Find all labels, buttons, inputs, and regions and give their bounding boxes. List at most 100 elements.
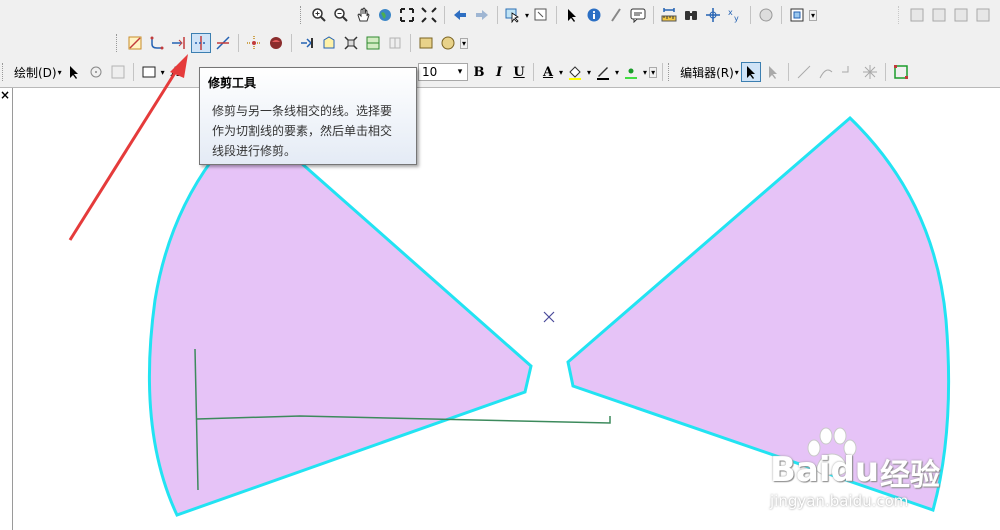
toolbar-options-icon[interactable]: ▾ [649, 66, 658, 78]
clear-selection-icon[interactable] [531, 5, 551, 25]
zoom-in-icon[interactable] [309, 5, 329, 25]
chevron-down-icon[interactable]: ▾ [559, 68, 563, 77]
trace-icon[interactable] [838, 62, 858, 82]
svg-text:x: x [728, 8, 733, 17]
watermark-brand-cn: 经验 [880, 458, 940, 493]
underline-button[interactable]: U [510, 65, 528, 80]
toolbar-options-icon[interactable]: ▾ [460, 37, 469, 49]
editor-menu[interactable]: 编辑器(R) [677, 64, 737, 81]
fixed-zoom-icon[interactable] [419, 5, 439, 25]
bold-button[interactable]: B [470, 65, 488, 80]
rectangle-icon[interactable] [139, 62, 159, 82]
measure-icon[interactable] [659, 5, 679, 25]
chevron-down-icon[interactable]: ▾ [58, 68, 62, 77]
toolbar-options-icon[interactable]: ▾ [809, 9, 818, 21]
align-edge-icon[interactable] [363, 33, 383, 53]
watermark-brand: Baidu [770, 450, 880, 490]
chevron-down-icon[interactable]: ▾ [615, 68, 619, 77]
toolbar-grip[interactable] [116, 34, 121, 52]
fillet-icon[interactable] [147, 33, 167, 53]
layout-icon[interactable] [929, 5, 949, 25]
separator [884, 63, 886, 81]
chevron-down-icon[interactable]: ▾ [735, 68, 739, 77]
rotate-icon[interactable] [86, 62, 106, 82]
layout-icon[interactable] [973, 5, 993, 25]
line-intersection-icon[interactable] [213, 33, 233, 53]
close-icon[interactable]: × [0, 88, 10, 102]
trim-tool-icon[interactable] [191, 33, 211, 53]
back-icon[interactable] [450, 5, 470, 25]
find-icon[interactable] [681, 5, 701, 25]
separator [533, 63, 534, 81]
line-color-icon[interactable] [593, 62, 613, 82]
toolbar-grip[interactable] [300, 6, 305, 24]
explode-icon[interactable] [244, 33, 264, 53]
separator [444, 6, 445, 24]
select-elements-icon[interactable] [562, 5, 582, 25]
edit-tool-icon[interactable] [740, 62, 761, 82]
smooth-icon[interactable] [297, 33, 317, 53]
baidu-watermark: Baidu 经验 jingyan.baidu.com [760, 420, 995, 520]
fill-color-icon[interactable] [565, 62, 585, 82]
left-sector-polygon[interactable] [147, 158, 533, 517]
extend-tool-icon[interactable] [169, 33, 189, 53]
tooltip-line: 修剪与另一条线相交的线。选择要 [212, 104, 393, 118]
marker-color-icon[interactable] [621, 62, 641, 82]
construct-polygons-icon[interactable] [319, 33, 339, 53]
tooltip-line: 线段进行修剪。 [212, 144, 297, 158]
edit-vertices-icon[interactable] [891, 62, 911, 82]
chevron-down-icon[interactable]: ▾ [161, 68, 165, 77]
identify-icon[interactable] [584, 5, 604, 25]
xy-icon[interactable]: xy [725, 5, 745, 25]
draw-menu[interactable]: 绘制(D) [11, 64, 60, 81]
goto-xy-icon[interactable] [703, 5, 723, 25]
separator [132, 63, 134, 81]
select-elements-icon[interactable] [64, 62, 84, 82]
font-size-select[interactable]: 10 ▾ [418, 63, 468, 81]
separator [410, 34, 411, 52]
layout-icon[interactable] [907, 5, 927, 25]
draw-toolbar: 绘制(D) ▾ ▾ A [2, 60, 185, 84]
point-icon[interactable] [860, 62, 880, 82]
text-icon[interactable]: A [167, 65, 185, 80]
italic-button[interactable]: I [490, 65, 508, 80]
toolbar-grip[interactable] [898, 6, 903, 24]
globe-icon[interactable] [375, 5, 395, 25]
select-features-icon[interactable] [503, 5, 523, 25]
time-slider-icon[interactable] [756, 5, 776, 25]
chevron-down-icon[interactable]: ▾ [587, 68, 591, 77]
create-viewer-icon[interactable] [787, 5, 807, 25]
edit-annotation-icon[interactable] [763, 62, 783, 82]
toolbar-grip[interactable] [668, 63, 673, 81]
zoom-out-icon[interactable] [331, 5, 351, 25]
left-dock-panel: × [0, 88, 13, 530]
layer-icon[interactable] [416, 33, 436, 53]
copy-features-icon[interactable] [125, 33, 145, 53]
center-cross-icon [543, 311, 555, 323]
topology-icon[interactable] [438, 33, 458, 53]
zoom-to-selected-icon[interactable] [108, 62, 128, 82]
replace-geometry-icon[interactable] [385, 33, 405, 53]
html-popup-icon[interactable] [628, 5, 648, 25]
end-point-arc-icon[interactable] [816, 62, 836, 82]
trim-tool-tooltip: 修剪工具 修剪与另一条线相交的线。选择要 作为切割线的要素，然后单击相交 线段进… [199, 67, 417, 165]
toolbar-grip[interactable] [2, 63, 7, 81]
split-tool-icon[interactable] [341, 33, 361, 53]
separator [556, 6, 558, 24]
chevron-down-icon[interactable]: ▾ [643, 68, 647, 77]
separator [787, 63, 789, 81]
chevron-down-icon: ▾ [457, 67, 463, 77]
faded-toolbar [898, 3, 993, 27]
forward-icon[interactable] [472, 5, 492, 25]
font-color-button[interactable]: A [539, 65, 557, 80]
chevron-down-icon[interactable]: ▾ [525, 11, 529, 20]
straight-segment-icon[interactable] [794, 62, 814, 82]
toolbar-area: ▾ xy ▾ ▾ 绘制(D) ▾ ▾ A 10 ▾ B I U A ▾ ▾ ▾ … [0, 0, 1000, 88]
full-extent-icon[interactable] [397, 5, 417, 25]
separator [238, 34, 239, 52]
pan-icon[interactable] [353, 5, 373, 25]
separator [497, 6, 498, 24]
hyperlink-icon[interactable] [606, 5, 626, 25]
layout-icon[interactable] [951, 5, 971, 25]
generalize-icon[interactable] [266, 33, 286, 53]
